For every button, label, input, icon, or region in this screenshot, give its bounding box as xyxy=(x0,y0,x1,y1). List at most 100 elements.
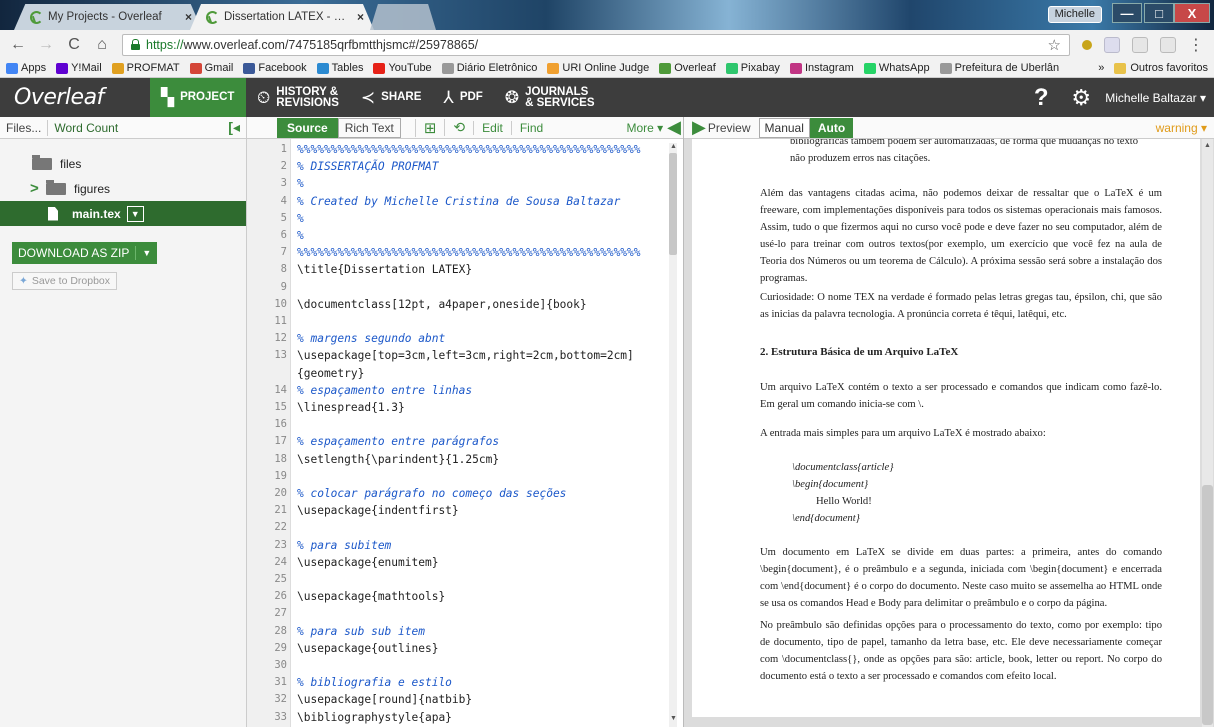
bookmark-item[interactable]: Tables xyxy=(316,62,363,74)
url-input[interactable]: https://www.overleaf.com/7475185qrfbmtth… xyxy=(122,33,1070,56)
tab-close-icon[interactable]: × xyxy=(185,10,192,24)
extension-chart-icon[interactable] xyxy=(1104,36,1120,53)
code-comment-line[interactable]: % Created by Michelle Cristina de Sousa … xyxy=(291,193,667,210)
overleaf-logo[interactable]: Overleaf xyxy=(0,78,140,117)
files-menu-tab[interactable]: Files... xyxy=(6,121,41,135)
code-line[interactable] xyxy=(291,313,667,330)
collapse-panel-icon[interactable]: [◂ xyxy=(228,119,240,136)
code-comment-line[interactable]: %%%%%%%%%%%%%%%%%%%%%%%%%%%%%%%%%%%%%%%%… xyxy=(291,244,667,261)
user-menu[interactable]: Michelle Baltazar ▾ xyxy=(1101,91,1214,105)
code-comment-line[interactable]: % para sub sub item xyxy=(291,623,667,640)
other-bookmarks-folder[interactable]: Outros favoritos xyxy=(1114,62,1208,74)
code-comment-line[interactable]: % espaçamento entre linhas xyxy=(291,382,667,399)
bookmark-item[interactable]: Prefeitura de Uberlân xyxy=(939,62,1059,74)
code-line[interactable]: {geometry} xyxy=(291,365,667,382)
preview-scrollbar-thumb[interactable] xyxy=(1202,485,1213,725)
save-to-dropbox-button[interactable]: ✦ Save to Dropbox xyxy=(12,272,118,290)
history-icon[interactable]: ⟲ xyxy=(444,119,473,136)
browser-profile-chip[interactable]: Michelle xyxy=(1047,6,1102,23)
project-button[interactable]: ▚ PROJECT xyxy=(150,78,246,117)
bookmark-star-icon[interactable]: ☆ xyxy=(1048,36,1061,54)
back-arrow-icon[interactable]: ← xyxy=(10,36,26,54)
expand-right-arrow-icon[interactable]: ▶ xyxy=(692,117,706,138)
download-zip-button[interactable]: DOWNLOAD AS ZIP ▼ xyxy=(12,242,158,264)
window-maximize-button[interactable]: □ xyxy=(1144,3,1174,23)
code-line[interactable] xyxy=(291,519,667,536)
code-comment-line[interactable]: % colocar parágrafo no começo das seções xyxy=(291,485,667,502)
code-line[interactable]: \setlength{\parindent}{1.25cm} xyxy=(291,451,667,468)
window-minimize-button[interactable]: — xyxy=(1112,3,1142,23)
editor-scrollbar-thumb[interactable] xyxy=(669,153,677,255)
code-line[interactable]: \usepackage{indentfirst} xyxy=(291,502,667,519)
extension-page-icon[interactable] xyxy=(1132,36,1148,53)
code-line[interactable] xyxy=(291,468,667,485)
more-menu-button[interactable]: More ▾ xyxy=(622,121,667,135)
code-line[interactable]: \usepackage{mathtools} xyxy=(291,588,667,605)
reload-icon[interactable]: C xyxy=(66,36,82,54)
code-line[interactable]: \usepackage{outlines} xyxy=(291,640,667,657)
code-comment-line[interactable]: % xyxy=(291,227,667,244)
bookmark-item[interactable]: Apps xyxy=(6,62,46,74)
code-comment-line[interactable]: % bibliografia e estilo xyxy=(291,674,667,691)
bookmark-item[interactable]: Overleaf xyxy=(659,62,716,74)
journals-button[interactable]: ❂ JOURNALS & SERVICES xyxy=(494,78,606,117)
bookmark-item[interactable]: Y!Mail xyxy=(56,62,102,74)
find-button[interactable]: Find xyxy=(510,120,551,135)
code-line[interactable]: \documentclass[12pt, a4paper,oneside]{bo… xyxy=(291,296,667,313)
bookmark-item[interactable]: WhatsApp xyxy=(863,62,930,74)
bookmark-item[interactable]: Gmail xyxy=(189,62,233,74)
browser-menu-icon[interactable]: ⋮ xyxy=(1188,35,1204,55)
code-line[interactable]: \usepackage[top=3cm,left=3cm,right=2cm,b… xyxy=(291,347,667,364)
code-comment-line[interactable]: % xyxy=(291,175,667,192)
collapse-left-arrow-icon[interactable]: ◀ xyxy=(667,117,683,138)
code-line[interactable]: \usepackage{enumitem} xyxy=(291,554,667,571)
code-comment-line[interactable]: % margens segundo abnt xyxy=(291,330,667,347)
extension-tool-icon[interactable] xyxy=(1160,36,1176,53)
code-line[interactable]: \bibliographystyle{apa} xyxy=(291,709,667,726)
insert-figure-icon[interactable]: ⊞ xyxy=(414,118,445,137)
code-line[interactable] xyxy=(291,279,667,296)
help-icon[interactable]: ? xyxy=(1021,84,1061,112)
forward-arrow-icon[interactable]: → xyxy=(38,36,54,54)
chevron-down-icon[interactable]: ▼ xyxy=(136,248,157,258)
window-close-button[interactable]: X xyxy=(1174,3,1210,23)
scroll-up-arrow-icon[interactable]: ▲ xyxy=(1204,142,1211,149)
file-menu-chevron-down-icon[interactable]: ▼ xyxy=(126,205,144,222)
scroll-down-arrow-icon[interactable]: ▼ xyxy=(670,715,677,722)
edit-button[interactable]: Edit xyxy=(473,120,511,135)
share-button[interactable]: ≺ SHARE xyxy=(350,78,433,117)
code-line[interactable]: \usepackage[round]{natbib} xyxy=(291,691,667,708)
bookmark-item[interactable]: Diário Eletrônico xyxy=(441,62,537,74)
bookmark-item[interactable]: Instagram xyxy=(789,62,854,74)
bookmark-item[interactable]: Facebook xyxy=(243,62,307,74)
history-button[interactable]: ⏲ HISTORY & REVISIONS xyxy=(246,78,350,117)
bookmark-item[interactable]: PROFMAT xyxy=(111,62,180,74)
new-tab-button[interactable] xyxy=(370,4,436,30)
browser-tab-my-projects[interactable]: My Projects - Overleaf × xyxy=(14,4,202,30)
code-comment-line[interactable]: % DISSERTAÇÃO PROFMAT xyxy=(291,158,667,175)
tab-close-icon[interactable]: × xyxy=(357,10,364,24)
code-line[interactable] xyxy=(291,416,667,433)
chevron-right-icon[interactable]: > xyxy=(30,180,42,197)
code-line[interactable]: \title{Dissertation LATEX} xyxy=(291,261,667,278)
code-area[interactable]: %%%%%%%%%%%%%%%%%%%%%%%%%%%%%%%%%%%%%%%%… xyxy=(291,139,667,727)
extension-dot-icon[interactable] xyxy=(1082,39,1092,50)
home-icon[interactable]: ⌂ xyxy=(94,36,110,54)
bookmark-item[interactable]: URI Online Judge xyxy=(547,62,649,74)
tree-item-figures[interactable]: > figures xyxy=(0,176,246,201)
word-count-tab[interactable]: Word Count xyxy=(54,121,118,135)
gear-icon[interactable]: ⚙ xyxy=(1061,85,1101,111)
code-comment-line[interactable]: % espaçamento entre parágrafos xyxy=(291,433,667,450)
tree-item-files[interactable]: files xyxy=(0,151,246,176)
source-mode-tab[interactable]: Source xyxy=(277,117,338,138)
scroll-up-arrow-icon[interactable]: ▲ xyxy=(670,143,677,150)
code-line[interactable]: \linespread{1.3} xyxy=(291,399,667,416)
rich-text-mode-tab[interactable]: Rich Text xyxy=(337,117,401,138)
code-line[interactable] xyxy=(291,571,667,588)
auto-compile-toggle[interactable]: Auto xyxy=(809,117,854,138)
pdf-button[interactable]: ⅄ PDF xyxy=(432,78,493,117)
code-line[interactable] xyxy=(291,605,667,622)
warning-dropdown[interactable]: warning ▾ xyxy=(1156,121,1214,135)
code-line[interactable] xyxy=(291,657,667,674)
code-comment-line[interactable]: % para subitem xyxy=(291,537,667,554)
